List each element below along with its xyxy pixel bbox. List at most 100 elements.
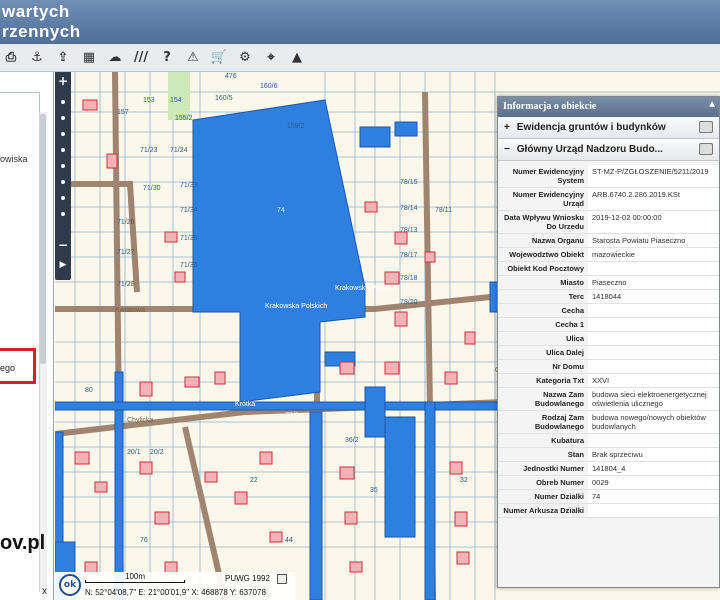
parcel-label: 78/17 xyxy=(400,252,418,259)
parcel-label: 78/18 xyxy=(400,275,418,282)
parcel-label: 76 xyxy=(140,537,148,544)
parcel-label: 32 xyxy=(460,477,468,484)
zoom-level-dot[interactable] xyxy=(61,132,65,136)
zoom-level-dot[interactable] xyxy=(61,180,65,184)
street-label: Chylicka xyxy=(127,417,154,424)
parcel-label: 71/27 xyxy=(117,249,135,256)
parcel-label: 71/33 xyxy=(180,182,198,189)
attribute-key: Jednostki Numer xyxy=(523,464,584,473)
export-icon[interactable]: ⇪ xyxy=(54,48,72,68)
attribute-row: Cecha 1 xyxy=(498,318,719,332)
parcel-label: 154 xyxy=(170,97,182,104)
section-egib[interactable]: + Ewidencja gruntów i budynków xyxy=(498,117,719,139)
print-icon[interactable] xyxy=(699,143,713,155)
section-egib-label: Ewidencja gruntów i budynków xyxy=(516,122,666,133)
parcel-label: 35 xyxy=(370,487,378,494)
parcel-label: 22 xyxy=(250,477,258,484)
parcel-label: 71/30 xyxy=(143,185,161,192)
zoom-level-dot[interactable] xyxy=(61,100,65,104)
attribute-row: Jednostki Numer 141804_4 xyxy=(498,462,719,476)
attribute-value xyxy=(588,434,719,447)
toolbar: ⎙ ⚓ ⇪ ▦ ☁ /// ? ⚠ 🛒 ⚙ ⌖ ▲ xyxy=(0,44,720,72)
print-icon[interactable]: ⎙ xyxy=(2,48,20,68)
attribute-value xyxy=(588,360,719,373)
attribute-value: ARB.6740.2.286.2019.KSt xyxy=(588,188,719,210)
parcel-label: 153 xyxy=(143,97,155,104)
mountain-icon[interactable]: ▲ xyxy=(288,48,306,68)
zoom-level-dot[interactable] xyxy=(61,148,65,152)
header-title-line2: rzennych xyxy=(2,22,81,41)
crs-select[interactable]: PUWG 1992 xyxy=(225,574,291,586)
parcel-label: 71/36 xyxy=(180,262,198,269)
attribute-row: Cecha xyxy=(498,304,719,318)
attribute-row: Numer Ewidencyjny System ST-MZ-P/ZGŁOSZEN… xyxy=(498,165,719,188)
print-icon[interactable] xyxy=(699,121,713,133)
parcel-label: 78/13 xyxy=(400,227,418,234)
attribute-value: budowa sieci elektroenergetycznej oświet… xyxy=(588,388,719,410)
scale-line xyxy=(85,580,185,583)
attribute-key: Kategoria Txt xyxy=(536,376,584,385)
cart-icon[interactable]: 🛒 xyxy=(210,48,228,68)
street-label: Krakowska Polskich xyxy=(335,285,397,292)
play-button[interactable]: ▶ xyxy=(55,260,71,270)
parcel-label: 71/23 xyxy=(140,147,158,154)
hatch-icon[interactable]: /// xyxy=(132,48,150,68)
parcel-label: 78/11 xyxy=(435,207,452,214)
left-panel-text: owiska xyxy=(0,154,28,164)
section-gunb[interactable]: − Główny Urząd Nadzoru Budo... xyxy=(498,139,719,161)
left-panel: owiska ego ov.pl x xyxy=(0,72,54,600)
info-panel-title[interactable]: Informacja o obiekcie ▲ xyxy=(498,97,719,117)
info-panel-title-text: Informacja o obiekcie xyxy=(503,101,597,112)
zoom-in-button[interactable]: + xyxy=(55,74,71,88)
location-icon[interactable]: ⌖ xyxy=(262,48,280,68)
attribute-key: Numer Ewidencyjny Urząd xyxy=(512,190,584,208)
parcel-label: 71/26 xyxy=(117,219,135,226)
parcel-label: 36/2 xyxy=(345,437,359,444)
brand-url: ov.pl xyxy=(0,532,46,554)
attribute-row: Ulica xyxy=(498,332,719,346)
attribute-value: Piaseczno xyxy=(588,276,719,289)
layers-icon[interactable]: ▦ xyxy=(80,48,98,68)
left-panel-scroll-thumb[interactable] xyxy=(40,114,46,364)
attribute-key: Nazwa Zam Budowlanego xyxy=(534,390,584,408)
zoom-level-dot[interactable] xyxy=(61,164,65,168)
attribute-key: Kubatura xyxy=(551,436,584,445)
close-icon[interactable]: x xyxy=(42,586,47,597)
parcel-label: 157 xyxy=(117,109,129,116)
settings-icon[interactable]: ⚙ xyxy=(236,48,254,68)
attribute-value xyxy=(588,318,719,331)
collapse-section-icon[interactable]: − xyxy=(504,144,514,155)
street-label: Krakowska Polskich xyxy=(265,303,327,310)
ok-button[interactable]: ok xyxy=(59,574,81,596)
zoom-out-button[interactable]: − xyxy=(55,238,71,252)
attribute-value: 74 xyxy=(588,490,719,503)
parcel-label: 159/2 xyxy=(287,123,305,130)
help-icon[interactable]: ? xyxy=(158,48,176,68)
chevron-down-icon[interactable] xyxy=(277,574,287,584)
zoom-level-dot[interactable] xyxy=(61,212,65,216)
parcel-label: 78/20 xyxy=(400,299,418,306)
warning-icon[interactable]: ⚠ xyxy=(184,48,202,68)
zoom-level-dot[interactable] xyxy=(61,116,65,120)
parcel-label: 78/15 xyxy=(400,179,418,186)
collapse-icon[interactable]: ▲ xyxy=(707,99,717,110)
parcel-label: 20/1 xyxy=(127,449,141,456)
zoom-level-dot[interactable] xyxy=(61,196,65,200)
parcel-label: 80 xyxy=(85,387,93,394)
attribute-value: 2019-12-02 00:00:00 xyxy=(588,211,719,233)
header-title-line1: wartych xyxy=(2,2,70,21)
attribute-row: Kubatura xyxy=(498,434,719,448)
attribute-key: Numer Ewidencyjny System xyxy=(512,167,584,185)
anchor-icon[interactable]: ⚓ xyxy=(28,48,46,68)
section-gunb-label: Główny Urząd Nadzoru Budo... xyxy=(516,144,663,155)
attribute-key: Ulica xyxy=(566,334,584,343)
attribute-key: Obiekt Kod Pocztowy xyxy=(507,264,584,273)
attribute-row: Kategoria Txt XXVI xyxy=(498,374,719,388)
expand-icon[interactable]: + xyxy=(504,122,514,133)
info-panel: Informacja o obiekcie ▲ + Ewidencja grun… xyxy=(497,96,720,588)
comment-icon[interactable]: ☁ xyxy=(106,48,124,68)
attribute-row: Rodzaj Zam Budowlanego budowa nowego/nowy… xyxy=(498,411,719,434)
attribute-value xyxy=(588,262,719,275)
parcel-label: 20/2 xyxy=(150,449,164,456)
attribute-key: Cecha 1 xyxy=(555,320,584,329)
